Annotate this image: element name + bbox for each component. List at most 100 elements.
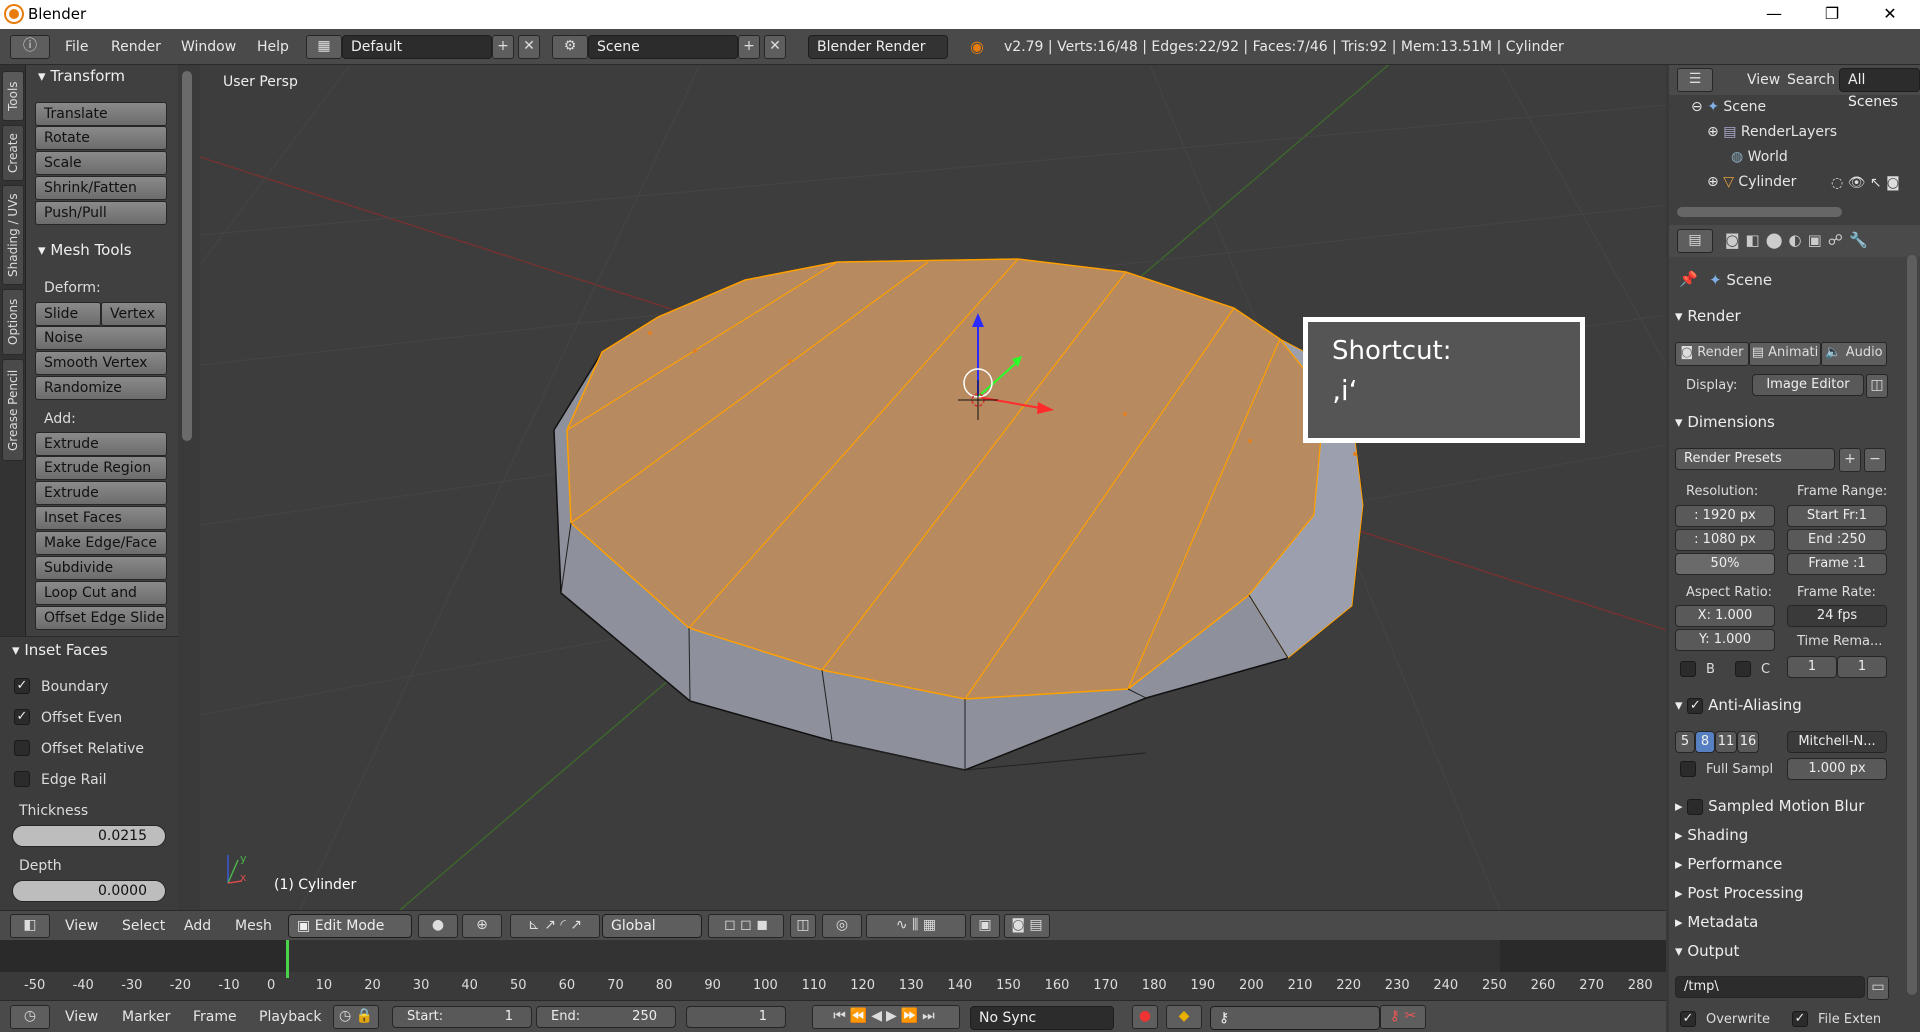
- viewport-select-menu[interactable]: Select: [122, 918, 165, 934]
- screen-layout-icon[interactable]: ▦: [306, 35, 342, 59]
- outliner-restrict-icons[interactable]: ◌ 👁 ↖ ◙: [1831, 175, 1900, 191]
- slide-edge-button[interactable]: Slide Ed: [35, 302, 101, 344]
- time-remap-new-field[interactable]: 1: [1837, 656, 1887, 678]
- folder-icon[interactable]: ▭: [1867, 976, 1889, 1000]
- push-pull-button[interactable]: Push/Pull: [35, 201, 167, 225]
- keying-set-field[interactable]: ⚷: [1210, 1006, 1380, 1030]
- sampled-motion-blur-header[interactable]: ▸ Sampled Motion Blur: [1675, 797, 1893, 815]
- viewport-add-menu[interactable]: Add: [184, 918, 211, 934]
- aa-samples-5[interactable]: 5: [1675, 731, 1695, 753]
- metadata-panel-header[interactable]: ▸ Metadata: [1675, 913, 1893, 931]
- aspect-x-field[interactable]: X: 1.000: [1675, 605, 1775, 627]
- depth-field[interactable]: 0.0000: [12, 880, 166, 902]
- viewport-mesh-menu[interactable]: Mesh: [235, 918, 272, 934]
- current-frame-field[interactable]: 1: [686, 1006, 786, 1028]
- maximize-button[interactable]: ❐: [1803, 0, 1861, 29]
- offset-relative-checkbox[interactable]: [14, 740, 30, 756]
- outliner-item-scene[interactable]: ⊖ ✦ Scene: [1691, 99, 1766, 115]
- motion-blur-checkbox[interactable]: [1687, 798, 1704, 815]
- dimensions-panel-header[interactable]: ▾ Dimensions: [1675, 413, 1893, 431]
- menu-help[interactable]: Help: [257, 39, 289, 55]
- properties-editor-type-icon[interactable]: ▤: [1677, 229, 1713, 253]
- outliner-scrollbar[interactable]: [1677, 207, 1842, 217]
- resolution-percent-field[interactable]: 50%: [1675, 553, 1775, 575]
- overwrite-checkbox[interactable]: ✓: [1680, 1011, 1696, 1027]
- timeline-view-menu[interactable]: View: [65, 1009, 98, 1025]
- tab-create[interactable]: Create: [2, 125, 24, 181]
- playback-controls[interactable]: ⏮⏪◀▶⏩⏭: [812, 1005, 960, 1029]
- keying-icon[interactable]: ◆: [1166, 1005, 1202, 1029]
- performance-panel-header[interactable]: ▸ Performance: [1675, 855, 1893, 873]
- occlude-icon[interactable]: ◫: [790, 914, 816, 938]
- start-frame-field[interactable]: Start: 1: [392, 1006, 532, 1028]
- properties-context-tabs[interactable]: ◙◧⬤◐▣☍🔧: [1725, 231, 1874, 249]
- aa-samples-16[interactable]: 16: [1737, 731, 1759, 753]
- proportional-edit-icon[interactable]: ◎: [822, 914, 862, 938]
- scale-button[interactable]: Scale: [35, 151, 167, 175]
- anti-aliasing-panel-header[interactable]: ▾ ✓ Anti-Aliasing: [1675, 696, 1893, 714]
- file-extensions-checkbox[interactable]: ✓: [1792, 1011, 1808, 1027]
- output-panel-header[interactable]: ▾ Output: [1675, 942, 1893, 960]
- inset-faces-panel-header[interactable]: ▾ Inset Faces: [12, 641, 108, 659]
- add-scene-icon[interactable]: +: [738, 35, 760, 59]
- subdivide-button[interactable]: Subdivide: [35, 556, 167, 580]
- extrude-dropdown[interactable]: Extrude: [35, 432, 167, 456]
- outliner-editor-type-icon[interactable]: ☰: [1677, 68, 1713, 92]
- anti-aliasing-checkbox[interactable]: ✓: [1687, 697, 1704, 714]
- lock-interface-icon[interactable]: ◫: [1866, 374, 1888, 398]
- keyframe-insert-delete-icons[interactable]: ⚷ ✂: [1380, 1005, 1426, 1029]
- menu-render[interactable]: Render: [111, 39, 161, 55]
- resolution-y-field[interactable]: : 1080 px: [1675, 529, 1775, 551]
- outliner-item-world[interactable]: ◍ World: [1731, 149, 1788, 165]
- viewport-view-menu[interactable]: View: [65, 918, 98, 934]
- pivot-point-icon[interactable]: ⊕: [462, 914, 502, 938]
- add-layout-icon[interactable]: +: [492, 35, 514, 59]
- render-engine-select[interactable]: Blender Render: [808, 35, 948, 59]
- outliner-search-menu[interactable]: Search: [1787, 72, 1835, 88]
- info-editor-type-icon[interactable]: ⓘ: [10, 35, 50, 59]
- timeline-frame-menu[interactable]: Frame: [193, 1009, 237, 1025]
- remove-preset-icon[interactable]: −: [1864, 448, 1886, 472]
- scrollbar-thumb[interactable]: [182, 71, 192, 441]
- offset-edge-slide-button[interactable]: Offset Edge Slide: [35, 606, 167, 630]
- randomize-button[interactable]: Randomize: [35, 376, 167, 400]
- frame-start-field[interactable]: Start Fr:1: [1787, 505, 1887, 527]
- extrude-region-button[interactable]: Extrude Region: [35, 456, 167, 480]
- edge-rail-checkbox[interactable]: [14, 771, 30, 787]
- scene-icon[interactable]: ⚙: [552, 35, 588, 59]
- select-mode-icons[interactable]: ◻ ◻ ◼: [708, 914, 784, 938]
- viewport-shading-icon[interactable]: ●: [418, 914, 458, 938]
- resolution-x-field[interactable]: : 1920 px: [1675, 505, 1775, 527]
- end-frame-field[interactable]: End: 250: [536, 1006, 676, 1028]
- make-edge-face-button[interactable]: Make Edge/Face: [35, 531, 167, 555]
- timeline-editor-type-icon[interactable]: ◷: [10, 1005, 50, 1029]
- full-sample-checkbox[interactable]: [1680, 761, 1696, 777]
- thickness-field[interactable]: 0.0215: [12, 825, 166, 847]
- extrude-individual-button[interactable]: Extrude Individual: [35, 481, 167, 523]
- record-icon[interactable]: ●: [1132, 1005, 1158, 1029]
- aa-samples-11[interactable]: 11: [1715, 731, 1737, 753]
- add-preset-icon[interactable]: +: [1839, 448, 1861, 472]
- filter-size-field[interactable]: 1.000 px: [1787, 758, 1887, 780]
- pin-icon[interactable]: 📌: [1679, 270, 1698, 288]
- frame-step-field[interactable]: Frame :1: [1787, 553, 1887, 575]
- tool-shelf-scrollbar[interactable]: [178, 65, 200, 910]
- snap-icons[interactable]: ∿ ⫼ ▦: [866, 914, 966, 938]
- boundary-checkbox[interactable]: ✓: [14, 678, 30, 694]
- aa-filter-select[interactable]: Mitchell-N...: [1787, 731, 1887, 753]
- sync-mode-select[interactable]: No Sync: [970, 1006, 1114, 1030]
- delete-scene-icon[interactable]: ✕: [764, 35, 786, 59]
- tab-grease-pencil[interactable]: Grease Pencil: [2, 359, 24, 461]
- tab-tools[interactable]: Tools: [2, 71, 24, 121]
- menu-window[interactable]: Window: [181, 39, 236, 55]
- loop-cut-button[interactable]: Loop Cut and Sli...: [35, 581, 167, 623]
- delete-layout-icon[interactable]: ✕: [518, 35, 540, 59]
- properties-scrollbar[interactable]: [1907, 255, 1917, 995]
- transform-panel-header[interactable]: ▾ Transform: [38, 67, 125, 85]
- tab-options[interactable]: Options: [2, 289, 24, 355]
- timeline-playback-menu[interactable]: Playback: [259, 1009, 321, 1025]
- mesh-tools-panel-header[interactable]: ▾ Mesh Tools: [38, 241, 132, 259]
- render-animation-button[interactable]: ▤ Animati: [1749, 342, 1821, 366]
- scene-field[interactable]: Scene: [588, 35, 738, 59]
- outliner-view-menu[interactable]: View: [1747, 72, 1780, 88]
